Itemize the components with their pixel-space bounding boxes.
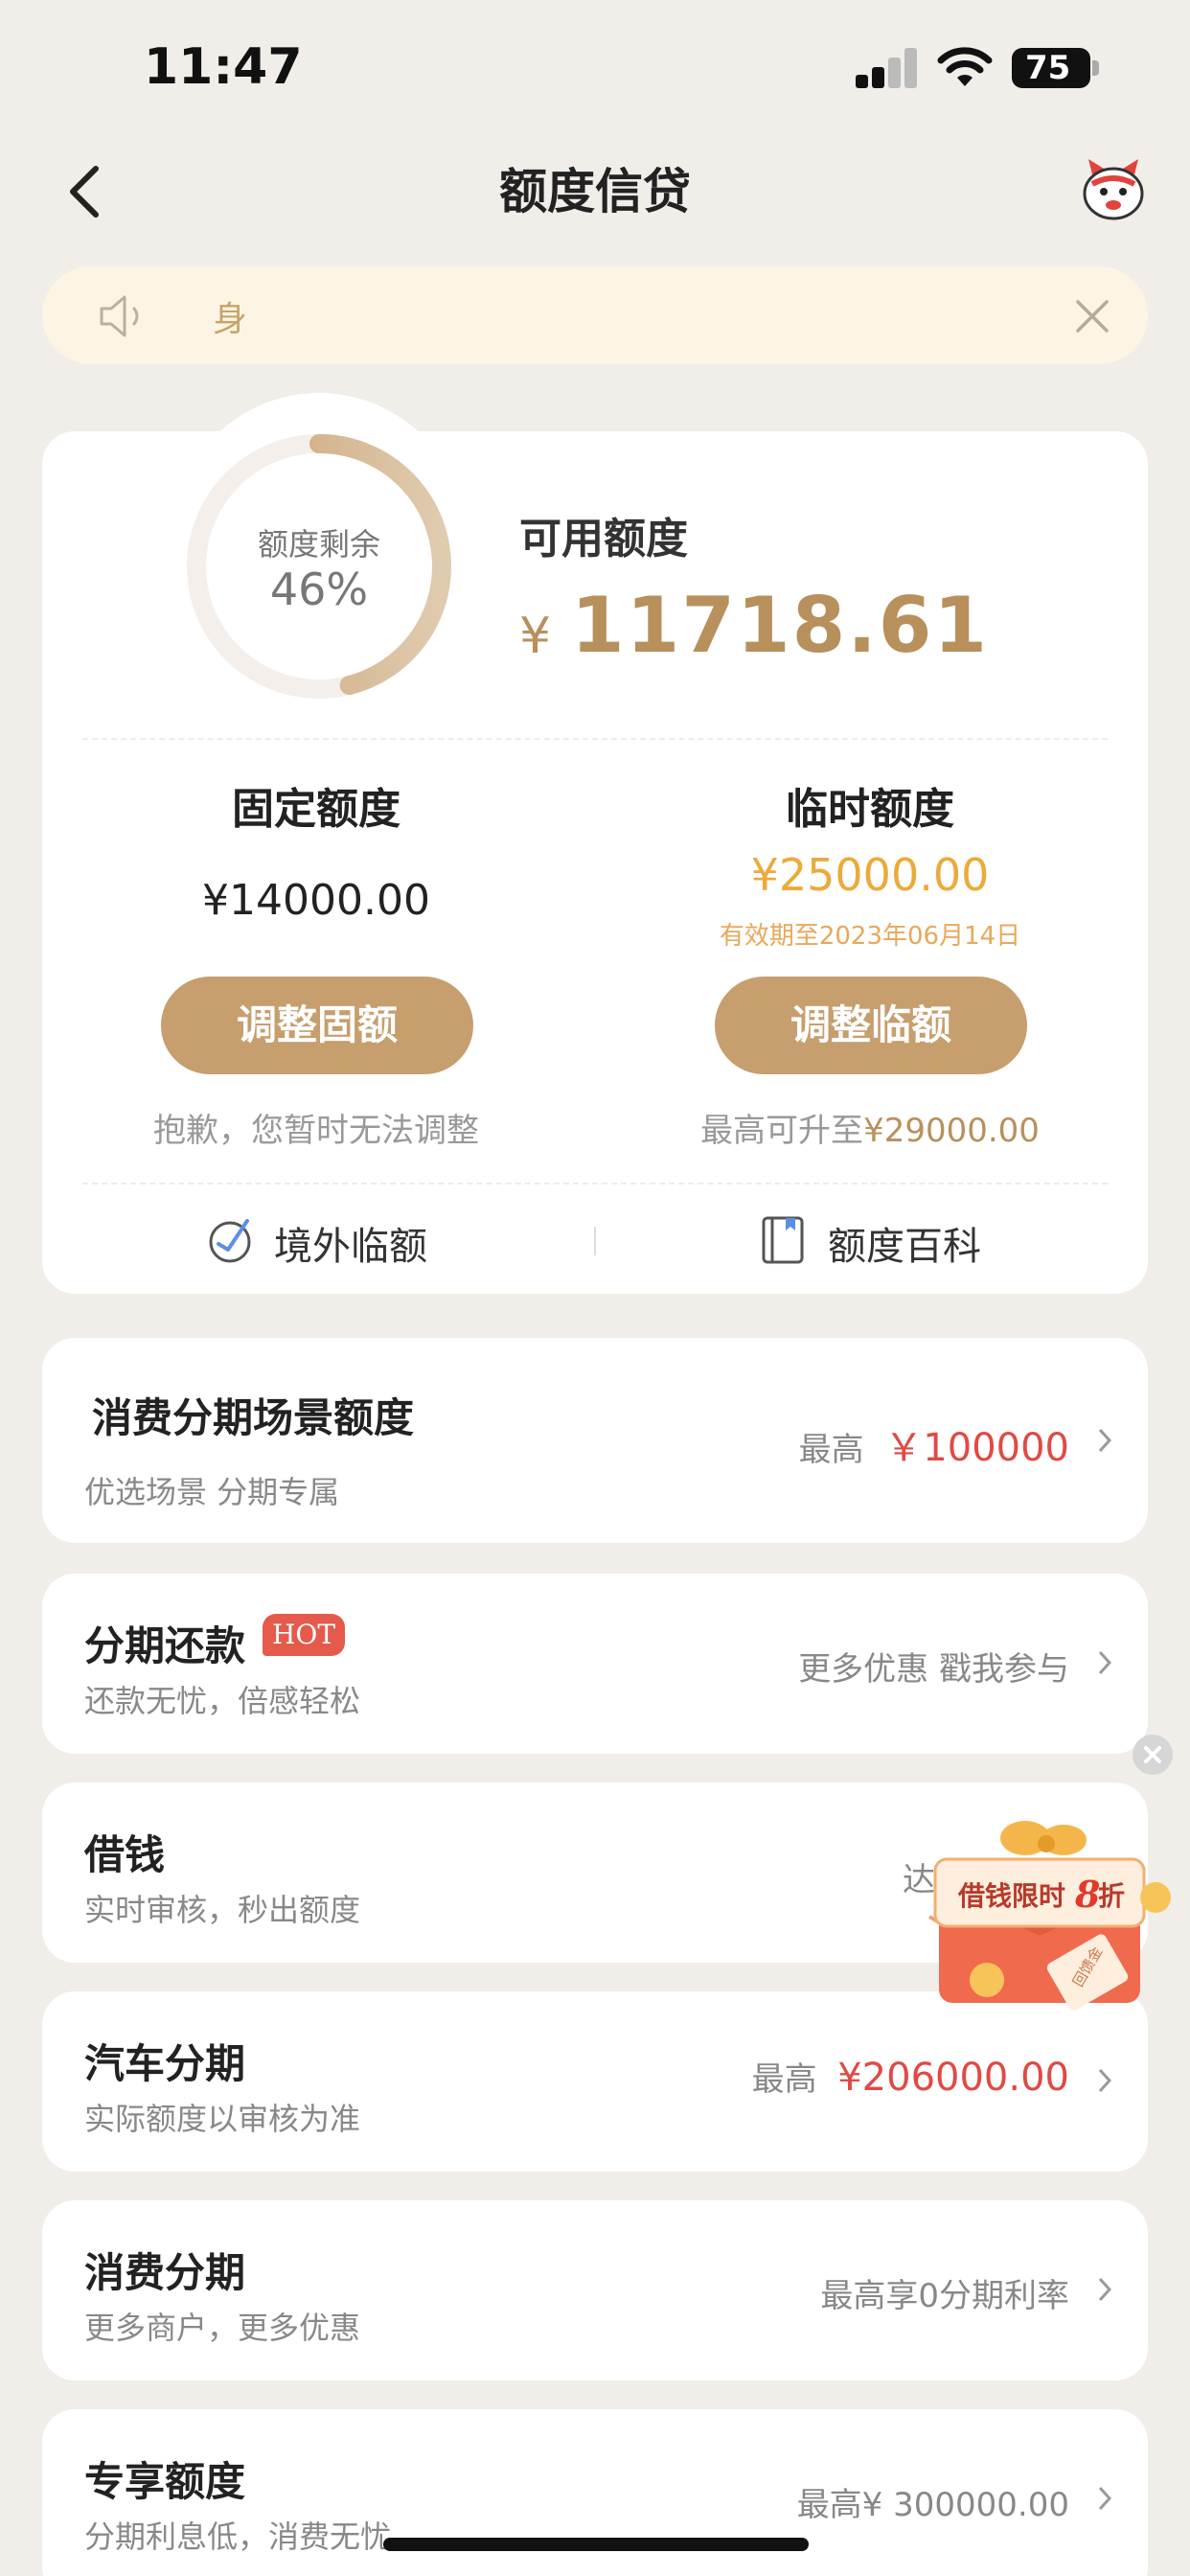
right-value: ¥206000.00: [837, 2056, 1069, 2100]
status-time: 11:47: [144, 38, 303, 96]
fixed-quota-note: 抱歉，您暂时无法调整: [153, 1112, 479, 1150]
close-icon: [1144, 1746, 1161, 1763]
promo-text-a: 借钱限时: [957, 1880, 1065, 1912]
temporary-quota-note: 最高可升至¥29000.00: [640, 1104, 1100, 1151]
overseas-quota-label: 境外临额: [274, 1225, 427, 1269]
divider: [82, 738, 1108, 740]
borrow-discount-promo[interactable]: 借钱限时 8 折 回馈金: [910, 1811, 1190, 2022]
available-quota-amount: 11718.61: [571, 581, 990, 670]
notice-text: ⾝: [213, 300, 248, 339]
available-quota-label: 可用额度: [519, 515, 688, 564]
chevron-right-icon: [1098, 1650, 1111, 1675]
cellular-signal-icon: [856, 48, 919, 88]
promo-text-b: 8: [1074, 1873, 1100, 1916]
list-item-title: 分期还款: [84, 1622, 246, 1669]
list-item-title: 借钱: [84, 1831, 166, 1878]
list-item-subtitle: 优选场景 分期专属: [84, 1474, 340, 1510]
close-icon[interactable]: [1075, 299, 1110, 334]
promo-text-c: 折: [1098, 1880, 1125, 1912]
list-item-subtitle: 实时审核，秒出额度: [84, 1892, 361, 1928]
list-item-title: 专享额度: [84, 2458, 246, 2505]
list-item-right: 最高 ¥206000.00: [752, 2053, 1069, 2100]
promo-close-button[interactable]: [1133, 1735, 1173, 1775]
battery-icon: 75: [1012, 48, 1100, 88]
temp-note-prefix: 最高可升至: [700, 1112, 864, 1150]
list-item-subtitle: 更多商户，更多优惠: [84, 2310, 361, 2346]
page-title: 额度信贷: [499, 164, 691, 219]
right-value: ￥100000: [884, 1426, 1069, 1470]
battery-level: 75: [1012, 48, 1090, 88]
book-icon: [762, 1216, 804, 1264]
chevron-right-icon: [1098, 2486, 1111, 2511]
temporary-quota-label: 临时额度: [786, 785, 954, 834]
list-item-subtitle: 实际额度以审核为准: [84, 2101, 361, 2137]
list-item-right: 最高享0分期利率: [820, 2277, 1069, 2315]
list-item-subtitle: 还款无忧，倍感轻松: [84, 1683, 361, 1719]
chevron-right-icon: [1098, 1428, 1111, 1453]
list-item-title: 汽车分期: [84, 2040, 246, 2087]
list-item-right: 更多优惠 戳我参与: [798, 1650, 1069, 1689]
overseas-quota-icon: [209, 1219, 251, 1263]
temporary-quota-validity: 有效期至2023年06月14日: [719, 922, 1021, 951]
hot-badge: HOT: [263, 1614, 345, 1656]
list-item-scenario-quota[interactable]: 消费分期场景额度 优选场景 分期专属 最高 ￥100000: [42, 1338, 1148, 1543]
quota-wiki-label: 额度百科: [828, 1225, 981, 1269]
divider: [82, 1183, 1108, 1184]
adjust-temporary-quota-button[interactable]: 调整临额: [715, 977, 1027, 1074]
chevron-right-icon: [1098, 2068, 1111, 2093]
mascot-service-icon[interactable]: [1079, 155, 1148, 224]
notice-bar[interactable]: ⾝: [42, 266, 1148, 364]
right-prefix: 最高: [751, 2060, 817, 2099]
chevron-right-icon: [1098, 2277, 1111, 2302]
list-item-title: 消费分期: [84, 2249, 246, 2296]
speaker-icon: [100, 295, 139, 337]
available-currency: ¥: [519, 608, 552, 665]
right-prefix: 最高: [798, 1431, 864, 1469]
list-item-installment-repay[interactable]: 分期还款 还款无忧，倍感轻松 更多优惠 戳我参与: [42, 1574, 1148, 1754]
fixed-quota-label: 固定额度: [232, 785, 400, 834]
fixed-quota-amount: ¥14000.00: [202, 876, 430, 925]
red-envelope-promo-icon: 借钱限时 8 折 回馈金: [927, 1821, 1171, 2011]
ring-label: 额度剩余: [257, 526, 380, 563]
temp-note-amount: ¥29000.00: [863, 1112, 1040, 1150]
temporary-quota-amount: ¥25000.00: [750, 849, 990, 901]
list-item-right: 最高 ￥100000: [799, 1416, 1069, 1472]
adjust-fixed-quota-button[interactable]: 调整固额: [161, 977, 473, 1074]
ring-percent: 46%: [269, 564, 369, 615]
list-item-subtitle: 分期利息低，消费无忧: [84, 2518, 392, 2555]
list-item-consumer-installment[interactable]: 消费分期 更多商户，更多优惠 最高享0分期利率: [42, 2200, 1148, 2380]
list-item-title: 消费分期场景额度: [92, 1394, 415, 1441]
home-indicator: [383, 2538, 809, 2551]
link-separator: [594, 1227, 596, 1255]
wifi-icon: [937, 47, 993, 86]
list-item-right: 最高¥ 300000.00: [796, 2486, 1069, 2524]
